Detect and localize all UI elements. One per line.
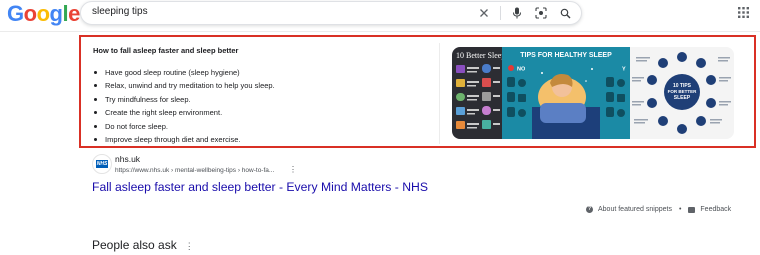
favicon-text: NHS bbox=[95, 160, 109, 168]
list-item: Create the right sleep environment. bbox=[94, 106, 275, 119]
logo-letter-g: G bbox=[7, 1, 24, 26]
logo-letter-o2: o bbox=[36, 1, 50, 26]
microphone-icon[interactable] bbox=[509, 5, 525, 21]
help-icon[interactable]: ? bbox=[586, 206, 593, 213]
logo-letter-g2: g bbox=[49, 1, 63, 26]
more-options-icon[interactable]: ⋮ bbox=[289, 166, 297, 174]
snippet-image-3[interactable]: 10 TIPS FOR BETTER SLEEP bbox=[630, 47, 734, 139]
header-divider bbox=[0, 31, 760, 32]
people-also-ask-heading: People also ask ⋮ bbox=[92, 238, 194, 252]
list-item: Relax, unwind and try meditation to help… bbox=[94, 79, 275, 92]
list-item: Do not force sleep. bbox=[94, 120, 275, 133]
list-item: Try mindfulness for sleep. bbox=[94, 93, 275, 106]
snippet-title: How to fall asleep faster and sleep bett… bbox=[93, 46, 239, 55]
snippet-divider bbox=[439, 43, 440, 144]
nhs-favicon: NHS bbox=[92, 154, 112, 174]
image-2-no-label: NO bbox=[517, 67, 526, 73]
search-divider bbox=[500, 6, 501, 20]
snippet-images: 10 Better Sleep TIPS FOR HEALTHY SLEEP N… bbox=[452, 47, 734, 139]
image-2-title: TIPS FOR HEALTHY SLEEP bbox=[520, 52, 612, 59]
list-item: Have good sleep routine (sleep hygiene) bbox=[94, 66, 275, 79]
list-item: Improve sleep through diet and exercise. bbox=[94, 133, 275, 146]
result-title-link[interactable]: Fall asleep faster and sleep better - Ev… bbox=[92, 180, 428, 194]
about-snippets-link[interactable]: About featured snippets bbox=[598, 206, 672, 213]
search-input[interactable]: sleeping tips bbox=[92, 6, 148, 17]
apps-grid-icon[interactable] bbox=[738, 5, 749, 23]
clear-icon[interactable] bbox=[476, 5, 492, 21]
google-logo[interactable]: Google bbox=[7, 1, 80, 27]
result-url[interactable]: https://www.nhs.uk › mental-wellbeing-ti… bbox=[115, 167, 274, 174]
search-icon[interactable] bbox=[557, 5, 573, 21]
logo-letter-e: e bbox=[68, 1, 80, 26]
image-3-line-2: FOR BETTER bbox=[668, 89, 697, 94]
snippet-image-2[interactable]: TIPS FOR HEALTHY SLEEP NO Y bbox=[502, 47, 630, 139]
image-3-line-3: SLEEP bbox=[674, 95, 691, 101]
image-2-yes-label: Y bbox=[622, 67, 626, 73]
snippet-list: Have good sleep routine (sleep hygiene) … bbox=[94, 66, 275, 146]
feedback-icon[interactable] bbox=[688, 206, 696, 213]
logo-letter-o1: o bbox=[23, 1, 37, 26]
feedback-link[interactable]: Feedback bbox=[700, 206, 731, 213]
snippet-footer: ? About featured snippets • Feedback bbox=[586, 206, 731, 213]
paa-more-icon[interactable]: ⋮ bbox=[185, 241, 194, 252]
lens-icon[interactable] bbox=[533, 5, 549, 21]
paa-title: People also ask bbox=[92, 238, 177, 252]
footer-separator: • bbox=[678, 206, 682, 213]
search-box[interactable]: sleeping tips bbox=[80, 1, 582, 25]
snippet-image-1[interactable]: 10 Better Sleep bbox=[452, 47, 502, 139]
featured-snippet: How to fall asleep faster and sleep bett… bbox=[79, 35, 756, 148]
image-1-caption: 10 Better Sleep bbox=[456, 51, 502, 60]
site-name[interactable]: nhs.uk bbox=[115, 154, 140, 164]
